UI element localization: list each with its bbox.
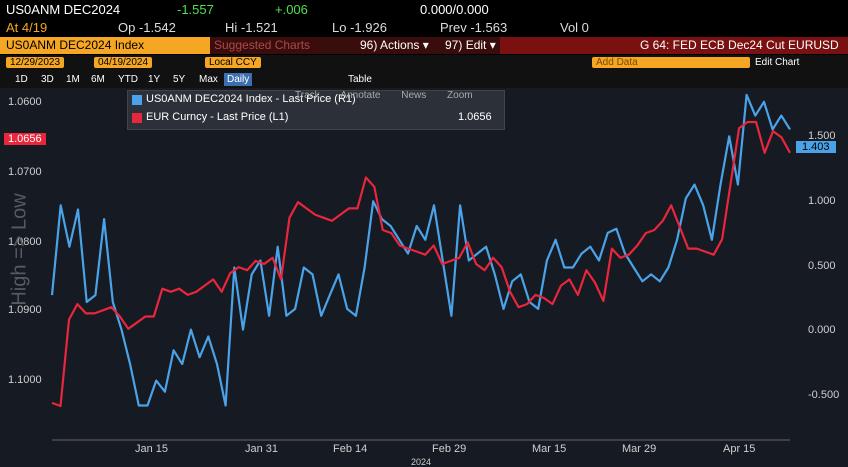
low-value: Lo -1.926 (332, 20, 387, 35)
quote-date: At 4/19 (6, 20, 48, 35)
series-line-us0anm (50, 93, 791, 407)
plot-svg (50, 93, 791, 441)
currency-field[interactable]: Local CCY (205, 57, 261, 68)
period-3d[interactable]: 3D (38, 73, 57, 86)
edit-key: 97) (445, 38, 463, 52)
period-5y[interactable]: 5Y (170, 73, 188, 86)
ohlc-bar: At 4/19 Op -1.542 Hi -1.521 Lo -1.926 Pr… (0, 19, 848, 37)
date-range-bar: 12/29/2023 04/19/2024 Local CCY Add Data… (0, 55, 848, 71)
chart-title: G 64: FED ECB Dec24 Cut EURUSD (640, 38, 839, 52)
period-1m[interactable]: 1M (63, 73, 83, 86)
suggested-charts-menu[interactable]: Suggested Charts (214, 38, 310, 52)
edit-chevron-icon: ▾ (489, 38, 496, 52)
table-button[interactable]: Table (345, 73, 375, 86)
actions-menu[interactable]: 96) Actions ▾ (360, 38, 429, 52)
menu-bar: US0ANM DEC2024 Index Suggested Charts 96… (0, 37, 848, 54)
edit-chart-button[interactable]: Edit Chart (755, 57, 799, 68)
actions-chevron-icon: ▾ (422, 38, 429, 52)
period-ytd[interactable]: YTD (115, 73, 141, 86)
actions-key: 96) (360, 38, 378, 52)
series-line-eur (51, 120, 791, 408)
open-value: Op -1.542 (118, 20, 176, 35)
ticker-name: US0ANM DEC2024 (6, 2, 121, 17)
period-bar: 1D 3D 1M 6M YTD 1Y 5Y Max Daily Table (0, 71, 848, 88)
prev-value: Prev -1.563 (440, 20, 508, 35)
end-date-field[interactable]: 04/19/2024 (94, 57, 153, 68)
start-date-field[interactable]: 12/29/2023 (6, 57, 65, 68)
edit-label: Edit (465, 38, 487, 52)
add-data-field[interactable]: Add Data (592, 57, 750, 68)
edit-menu[interactable]: 97) Edit ▾ (445, 38, 496, 52)
bid-ask: 0.000/0.000 (420, 2, 489, 17)
high-value: Hi -1.521 (225, 20, 278, 35)
chart-area[interactable]: US0ANM DEC2024 Index - Last Price (R1) E… (0, 88, 848, 467)
actions-label: Actions (380, 38, 420, 52)
last-price: -1.557 (177, 2, 214, 17)
period-6m[interactable]: 6M (88, 73, 108, 86)
period-1d[interactable]: 1D (12, 73, 31, 86)
volume-value: Vol 0 (560, 20, 589, 35)
quote-bar: US0ANM DEC2024 -1.557 +.006 0.000/0.000 (0, 0, 848, 19)
period-max[interactable]: Max (196, 73, 221, 86)
change-value: +.006 (275, 2, 308, 17)
period-1y[interactable]: 1Y (145, 73, 163, 86)
security-label: US0ANM DEC2024 Index (6, 38, 145, 52)
frequency-select[interactable]: Daily (224, 73, 253, 86)
